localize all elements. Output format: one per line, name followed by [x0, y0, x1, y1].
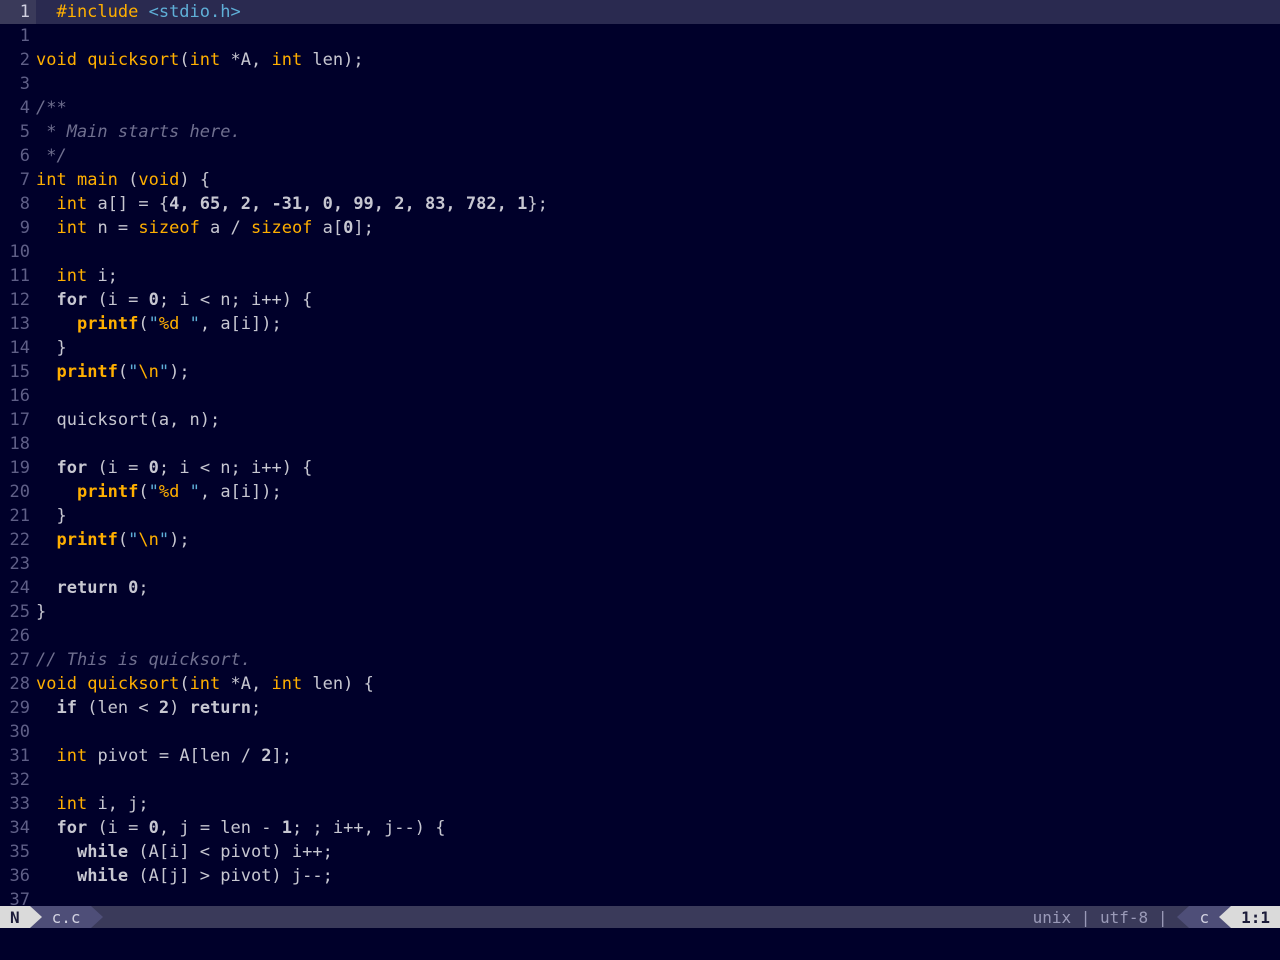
code-line[interactable]: 36 while (A[j] > pivot) j--; [0, 864, 1280, 888]
line-number: 16 [0, 384, 36, 408]
code-line[interactable]: 28void quicksort(int *A, int len) { [0, 672, 1280, 696]
line-number: 7 [0, 168, 36, 192]
line-number: 30 [0, 720, 36, 744]
code-line[interactable]: 32 [0, 768, 1280, 792]
separator-icon [30, 906, 42, 928]
line-number: 2 [0, 48, 36, 72]
filetype: c [1189, 906, 1219, 928]
code-line[interactable]: 30 [0, 720, 1280, 744]
line-number: 34 [0, 816, 36, 840]
line-number: 12 [0, 288, 36, 312]
line-number: 21 [0, 504, 36, 528]
code-line[interactable]: 22 printf("\n"); [0, 528, 1280, 552]
code-line[interactable]: 35 while (A[i] < pivot) i++; [0, 840, 1280, 864]
code-line[interactable]: 27// This is quicksort. [0, 648, 1280, 672]
line-number: 33 [0, 792, 36, 816]
line-number: 1 [0, 0, 36, 24]
line-number: 37 [0, 888, 36, 906]
line-number: 8 [0, 192, 36, 216]
line-number: 28 [0, 672, 36, 696]
code-line[interactable]: 37 [0, 888, 1280, 906]
line-number: 32 [0, 768, 36, 792]
code-line[interactable]: 11 int i; [0, 264, 1280, 288]
separator-icon [1219, 906, 1231, 928]
code-line[interactable]: 24 return 0; [0, 576, 1280, 600]
line-number: 15 [0, 360, 36, 384]
code-line[interactable]: 17 quicksort(a, n); [0, 408, 1280, 432]
line-number: 18 [0, 432, 36, 456]
line-number: 20 [0, 480, 36, 504]
line-number: 23 [0, 552, 36, 576]
code-buffer[interactable]: 1 #include <stdio.h> 1 2void quicksort(i… [0, 0, 1280, 906]
line-number: 14 [0, 336, 36, 360]
line-number: 4 [0, 96, 36, 120]
code-line[interactable]: 19 for (i = 0; i < n; i++) { [0, 456, 1280, 480]
code-line[interactable]: 26 [0, 624, 1280, 648]
separator-icon [1177, 906, 1189, 928]
code-line[interactable]: 9 int n = sizeof a / sizeof a[0]; [0, 216, 1280, 240]
status-line: N c.c unix | utf-8 | c 1:1 [0, 906, 1280, 928]
line-number: 25 [0, 600, 36, 624]
fileinfo: unix | utf-8 | [1023, 906, 1178, 928]
code-line[interactable]: 29 if (len < 2) return; [0, 696, 1280, 720]
code-line[interactable]: 1 #include <stdio.h> [0, 0, 1280, 24]
code-line[interactable]: 6 */ [0, 144, 1280, 168]
line-number: 24 [0, 576, 36, 600]
line-number: 35 [0, 840, 36, 864]
code-line[interactable]: 5 * Main starts here. [0, 120, 1280, 144]
code-line[interactable]: 7int main (void) { [0, 168, 1280, 192]
code-line[interactable]: 21 } [0, 504, 1280, 528]
line-number: 27 [0, 648, 36, 672]
line-number: 3 [0, 72, 36, 96]
code-text: #include <stdio.h> [36, 0, 1280, 24]
line-number: 6 [0, 144, 36, 168]
line-number: 5 [0, 120, 36, 144]
line-number: 1 [0, 24, 36, 48]
code-line[interactable]: 31 int pivot = A[len / 2]; [0, 744, 1280, 768]
line-number: 36 [0, 864, 36, 888]
code-line[interactable]: 14 } [0, 336, 1280, 360]
code-line[interactable]: 1 [0, 24, 1280, 48]
cursor-position: 1:1 [1231, 906, 1280, 928]
line-number: 26 [0, 624, 36, 648]
line-number: 22 [0, 528, 36, 552]
code-line[interactable]: 34 for (i = 0, j = len - 1; ; i++, j--) … [0, 816, 1280, 840]
code-line[interactable]: 18 [0, 432, 1280, 456]
filename: c.c [42, 906, 91, 928]
line-number: 29 [0, 696, 36, 720]
code-line[interactable]: 2void quicksort(int *A, int len); [0, 48, 1280, 72]
command-area[interactable] [0, 928, 1280, 960]
code-line[interactable]: 10 [0, 240, 1280, 264]
code-line[interactable]: 13 printf("%d ", a[i]); [0, 312, 1280, 336]
line-number: 11 [0, 264, 36, 288]
separator-icon [91, 906, 103, 928]
line-number: 13 [0, 312, 36, 336]
code-line[interactable]: 12 for (i = 0; i < n; i++) { [0, 288, 1280, 312]
code-line[interactable]: 16 [0, 384, 1280, 408]
line-number: 31 [0, 744, 36, 768]
line-number: 9 [0, 216, 36, 240]
line-number: 19 [0, 456, 36, 480]
code-line[interactable]: 25} [0, 600, 1280, 624]
vim-editor: 1 #include <stdio.h> 1 2void quicksort(i… [0, 0, 1280, 960]
code-line[interactable]: 15 printf("\n"); [0, 360, 1280, 384]
line-number: 10 [0, 240, 36, 264]
line-number: 17 [0, 408, 36, 432]
code-line[interactable]: 4/** [0, 96, 1280, 120]
code-line[interactable]: 33 int i, j; [0, 792, 1280, 816]
mode-indicator: N [0, 906, 30, 928]
code-line[interactable]: 3 [0, 72, 1280, 96]
code-line[interactable]: 23 [0, 552, 1280, 576]
code-line[interactable]: 8 int a[] = {4, 65, 2, -31, 0, 99, 2, 83… [0, 192, 1280, 216]
code-line[interactable]: 20 printf("%d ", a[i]); [0, 480, 1280, 504]
